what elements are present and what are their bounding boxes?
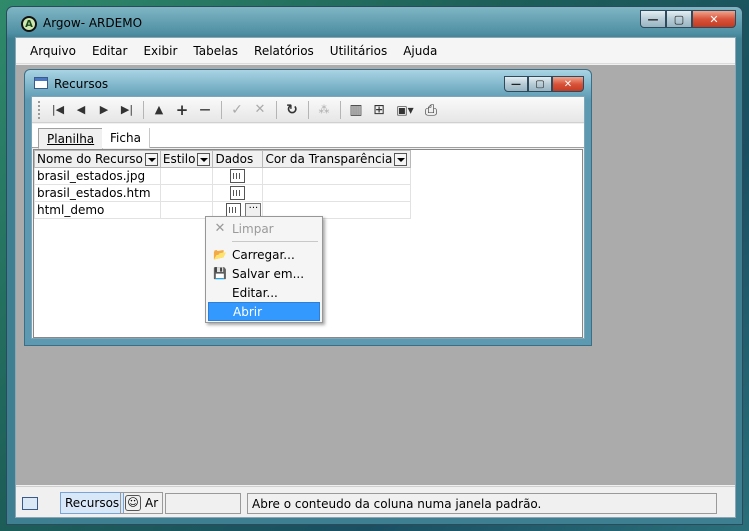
menu-item-editar[interactable]: Editar... <box>208 283 320 302</box>
app-logo-icon[interactable]: A <box>21 16 37 32</box>
toolbar-separator <box>340 100 341 119</box>
grid-table: Nome do Recurso Estilo Dados Cor da Tran… <box>34 150 412 219</box>
app-title: Argow- ARDEMO <box>43 16 143 30</box>
tab-ficha[interactable]: Ficha <box>102 128 150 148</box>
open-folder-icon: 📂 <box>213 248 227 261</box>
table-row[interactable]: brasil_estados.htm <box>34 184 412 202</box>
taskbar-item-recursos[interactable]: Recursos <box>60 492 125 514</box>
filter-icon[interactable]: ⁂ <box>313 100 335 120</box>
maximize-button[interactable]: ▢ <box>666 10 692 28</box>
menu-item-label: Carregar... <box>232 247 295 262</box>
export-icon[interactable]: ▣▾ <box>391 100 419 120</box>
move-up-icon[interactable]: ▲ <box>148 100 170 120</box>
save-disk-icon: 💾 <box>213 267 227 280</box>
cell-nome[interactable]: brasil_estados.htm <box>34 184 161 202</box>
menu-item-abrir[interactable]: Abrir <box>208 302 320 321</box>
column-header-label: Cor da Transparência <box>265 152 393 166</box>
menu-ajuda[interactable]: Ajuda <box>395 44 445 58</box>
remove-icon[interactable]: — <box>194 100 216 120</box>
document-icon <box>230 186 246 201</box>
menu-exibir[interactable]: Exibir <box>135 44 185 58</box>
menu-item-carregar[interactable]: 📂 Carregar... <box>208 245 320 264</box>
menu-item-label: Limpar <box>232 221 274 236</box>
menu-tabelas[interactable]: Tabelas <box>185 44 246 58</box>
last-record-icon[interactable]: ▶| <box>116 100 138 120</box>
context-menu: ✕ Limpar 📂 Carregar... 💾 Salvar em... Ed… <box>205 216 323 323</box>
menu-item-limpar[interactable]: ✕ Limpar <box>208 219 320 238</box>
taskbar-item-ar[interactable]: ☺ Ar <box>120 492 164 514</box>
status-panel-empty <box>165 493 241 514</box>
cell-nome[interactable]: brasil_estados.jpg <box>34 167 161 185</box>
column-header-dados[interactable]: Dados <box>212 150 264 168</box>
cell-cor[interactable] <box>262 167 412 185</box>
grid-columns-icon[interactable]: ▥ <box>345 100 367 120</box>
app-client-area: Arquivo Editar Exibir Tabelas Relatórios… <box>15 37 736 518</box>
child-minimize-button[interactable]: — <box>504 76 528 92</box>
menu-item-label: Salvar em... <box>232 266 305 281</box>
find-icon[interactable]: ⊞ <box>368 100 390 120</box>
column-header-nome[interactable]: Nome do Recurso <box>34 150 161 168</box>
chevron-down-icon[interactable] <box>197 153 211 166</box>
menu-item-salvar[interactable]: 💾 Salvar em... <box>208 264 320 283</box>
grid-header-row: Nome do Recurso Estilo Dados Cor da Tran… <box>34 150 412 168</box>
cell-estilo[interactable] <box>159 167 214 185</box>
child-window-controls: — ▢ ✕ <box>504 76 584 92</box>
taskbar-item-label: Ar <box>145 496 159 510</box>
refresh-icon[interactable]: ↻ <box>281 100 303 120</box>
menu-item-label: Editar... <box>232 285 278 300</box>
status-message: Abre o conteudo da coluna numa janela pa… <box>247 493 717 514</box>
chevron-down-icon[interactable] <box>394 153 408 166</box>
table-row[interactable]: brasil_estados.jpg <box>34 167 412 185</box>
toolbar: |◀ ◀ ▶ ▶| ▲ + — ✓ ✕ ↻ ⁂ ▥ ⊞ ▣▾ ⎙ <box>32 97 584 123</box>
menu-arquivo[interactable]: Arquivo <box>22 44 84 58</box>
status-bar: Recursos ☺ Ar Abre o conteudo da coluna … <box>16 486 735 517</box>
cell-estilo[interactable] <box>159 184 214 202</box>
chevron-down-icon[interactable] <box>144 153 158 166</box>
column-header-cor[interactable]: Cor da Transparência <box>262 150 412 168</box>
column-header-label: Estilo <box>162 152 196 166</box>
child-maximize-button[interactable]: ▢ <box>528 76 552 92</box>
cell-dados[interactable] <box>212 167 264 185</box>
menu-relatorios[interactable]: Relatórios <box>246 44 322 58</box>
column-header-estilo[interactable]: Estilo <box>159 150 214 168</box>
child-close-button[interactable]: ✕ <box>552 76 584 92</box>
prev-record-icon[interactable]: ◀ <box>70 100 92 120</box>
window-controls: — ▢ ✕ <box>640 10 736 28</box>
print-icon[interactable]: ⎙ <box>420 100 442 120</box>
cell-dados[interactable] <box>212 184 264 202</box>
title-bar[interactable]: A Argow- ARDEMO — ▢ ✕ <box>7 7 742 37</box>
view-tabs: Planilha Ficha <box>32 124 584 149</box>
window-icon[interactable] <box>34 77 48 89</box>
menu-editar[interactable]: Editar <box>84 44 136 58</box>
menu-item-label: Abrir <box>233 304 263 319</box>
toolbar-separator <box>143 100 144 119</box>
add-icon[interactable]: + <box>171 100 193 120</box>
document-icon <box>230 169 246 184</box>
clear-icon: ✕ <box>214 221 226 236</box>
cell-nome[interactable]: html_demo <box>34 201 161 219</box>
window-icon <box>22 496 38 510</box>
first-record-icon[interactable]: |◀ <box>47 100 69 120</box>
next-record-icon[interactable]: ▶ <box>93 100 115 120</box>
column-header-label: Dados <box>215 152 254 166</box>
main-window: A Argow- ARDEMO — ▢ ✕ Arquivo Editar Exi… <box>6 6 743 525</box>
minimize-button[interactable]: — <box>640 10 666 28</box>
taskbar-window-icon[interactable] <box>22 492 44 514</box>
toolbar-separator <box>308 100 309 119</box>
tab-planilha[interactable]: Planilha <box>38 128 104 149</box>
child-window-title: Recursos <box>54 77 109 91</box>
user-icon: ☺ <box>125 495 141 511</box>
close-button[interactable]: ✕ <box>692 10 736 28</box>
toolbar-separator <box>276 100 277 119</box>
toolbar-grip[interactable] <box>38 100 41 119</box>
toolbar-separator <box>221 100 222 119</box>
menu-bar: Arquivo Editar Exibir Tabelas Relatórios… <box>16 38 735 64</box>
column-header-label: Nome do Recurso <box>37 152 143 166</box>
mdi-area: Recursos — ▢ ✕ |◀ ◀ ▶ ▶| ▲ + — ✓ ✕ ↻ ⁂ ▥… <box>16 65 735 485</box>
menu-utilitarios[interactable]: Utilitários <box>322 44 395 58</box>
menu-separator <box>232 241 318 242</box>
confirm-icon[interactable]: ✓ <box>226 100 248 120</box>
cancel-icon[interactable]: ✕ <box>249 100 271 120</box>
cell-cor[interactable] <box>262 184 412 202</box>
